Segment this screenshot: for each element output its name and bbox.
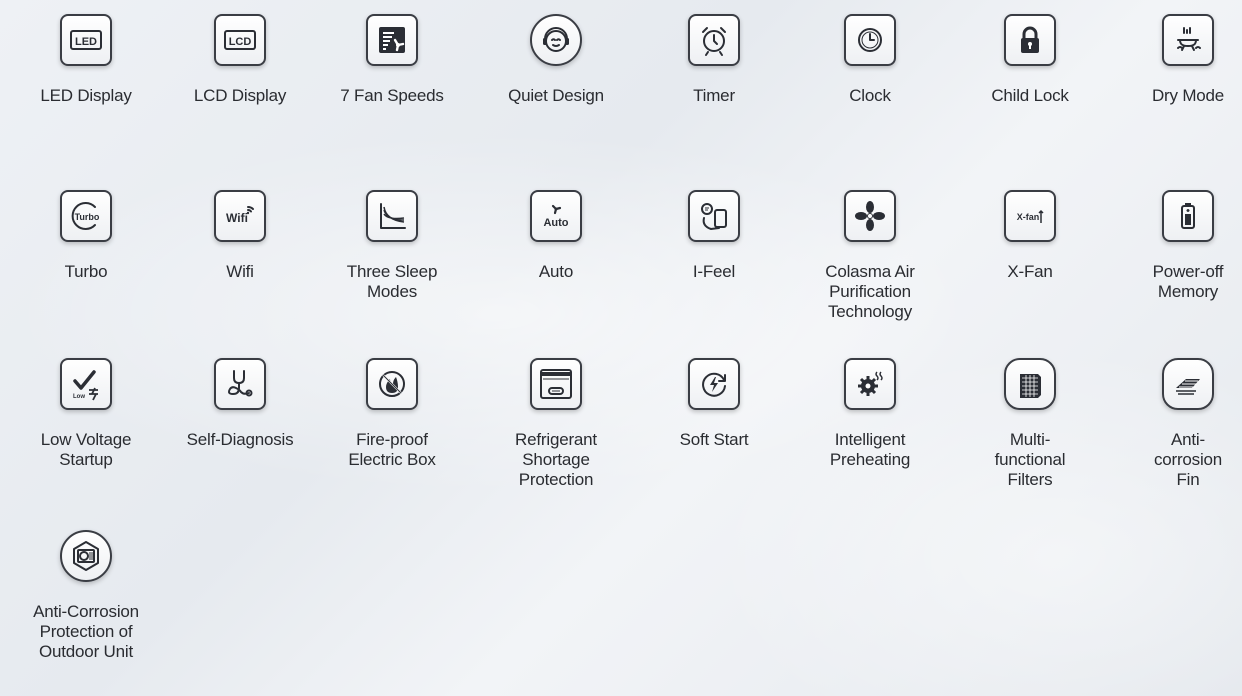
feature-label: Quiet Design	[508, 86, 604, 105]
feature-label: I-Feel	[692, 262, 736, 281]
svg-text:X-fan: X-fan	[1017, 212, 1040, 222]
wifi-icon: Wifi	[214, 190, 266, 242]
feature-label: Low Voltage Startup	[40, 430, 132, 469]
feature-item: LCD LCD Display	[165, 14, 315, 106]
svg-text:Low: Low	[73, 394, 85, 400]
quiet-design-icon	[530, 14, 582, 66]
sleep-curve-icon	[366, 190, 418, 242]
feature-label: Anti- corrosion Fin	[1153, 430, 1223, 489]
feature-label: Clock	[849, 86, 891, 105]
refrigerant-unit-icon	[530, 358, 582, 410]
feature-label: Self-Diagnosis	[186, 430, 294, 449]
clock-icon	[844, 14, 896, 66]
feature-item: X-fan X-Fan	[955, 190, 1105, 282]
led-display-icon: LED	[60, 14, 112, 66]
feature-label: Intelligent Preheating	[829, 430, 911, 469]
feature-item: Multi- functional Filters	[955, 358, 1105, 490]
padlock-icon	[1004, 14, 1056, 66]
svg-text:Wifi: Wifi	[226, 211, 248, 225]
svg-text:LED: LED	[75, 36, 97, 48]
feature-item: Power-off Memory	[1113, 190, 1242, 302]
feature-label: LED Display	[40, 86, 132, 105]
i-feel-icon	[688, 190, 740, 242]
feature-item: Clock	[795, 14, 945, 106]
feature-item: Colasma Air Purification Technology	[795, 190, 945, 322]
svg-text:Turbo: Turbo	[75, 212, 100, 222]
feature-label: Colasma Air Purification Technology	[825, 262, 915, 321]
svg-text:Auto: Auto	[543, 217, 568, 229]
feature-item: LED LED Display	[11, 14, 161, 106]
auto-icon: Auto	[530, 190, 582, 242]
feature-label: Turbo	[64, 262, 108, 281]
feature-label: X-Fan	[1007, 262, 1053, 281]
feature-label: 7 Fan Speeds	[340, 86, 444, 105]
soft-start-icon	[688, 358, 740, 410]
feature-label: Auto	[538, 262, 574, 281]
feature-label: Refrigerant Shortage Protection	[515, 430, 597, 489]
feature-item: Low Low Voltage Startup	[11, 358, 161, 470]
filter-mesh-icon	[1004, 358, 1056, 410]
preheating-gear-icon	[844, 358, 896, 410]
svg-text:LCD: LCD	[229, 36, 252, 48]
turbo-icon: Turbo	[60, 190, 112, 242]
feature-label: Dry Mode	[1151, 86, 1225, 105]
alarm-clock-icon	[688, 14, 740, 66]
feature-item: Intelligent Preheating	[795, 358, 945, 470]
outdoor-unit-icon	[60, 530, 112, 582]
feature-item: Fire-proof Electric Box	[317, 358, 467, 470]
fire-proof-icon	[366, 358, 418, 410]
feature-item: I-Feel	[639, 190, 789, 282]
feature-item: Soft Start	[639, 358, 789, 450]
fan-speeds-icon	[366, 14, 418, 66]
feature-label: Power-off Memory	[1152, 262, 1224, 301]
feature-label: Child Lock	[991, 86, 1069, 105]
feature-item: Timer	[639, 14, 789, 106]
feature-label: LCD Display	[193, 86, 287, 105]
feature-item: Anti-Corrosion Protection of Outdoor Uni…	[11, 530, 161, 662]
feature-item: Anti- corrosion Fin	[1113, 358, 1242, 490]
purification-fan-icon	[844, 190, 896, 242]
stethoscope-icon	[214, 358, 266, 410]
feature-item: Self-Diagnosis	[165, 358, 315, 450]
x-fan-icon: X-fan	[1004, 190, 1056, 242]
lcd-display-icon: LCD	[214, 14, 266, 66]
feature-label: Multi- functional Filters	[994, 430, 1066, 489]
feature-label: Fire-proof Electric Box	[348, 430, 436, 469]
feature-label: Timer	[693, 86, 735, 105]
feature-label: Soft Start	[679, 430, 749, 449]
feature-item: 7 Fan Speeds	[317, 14, 467, 106]
battery-memory-icon	[1162, 190, 1214, 242]
low-voltage-icon: Low	[60, 358, 112, 410]
feature-item: Child Lock	[955, 14, 1105, 106]
feature-label: Wifi	[226, 262, 254, 281]
feature-item: Auto Auto	[481, 190, 631, 282]
feature-label: Three Sleep Modes	[346, 262, 438, 301]
feature-item: Dry Mode	[1113, 14, 1242, 106]
feature-item: Three Sleep Modes	[317, 190, 467, 302]
feature-item: Wifi Wifi	[165, 190, 315, 282]
feature-item: Turbo Turbo	[11, 190, 161, 282]
feature-item: Quiet Design	[481, 14, 631, 106]
dry-mode-icon	[1162, 14, 1214, 66]
feature-item: Refrigerant Shortage Protection	[481, 358, 631, 490]
corrosion-fin-icon	[1162, 358, 1214, 410]
feature-label: Anti-Corrosion Protection of Outdoor Uni…	[33, 602, 139, 661]
